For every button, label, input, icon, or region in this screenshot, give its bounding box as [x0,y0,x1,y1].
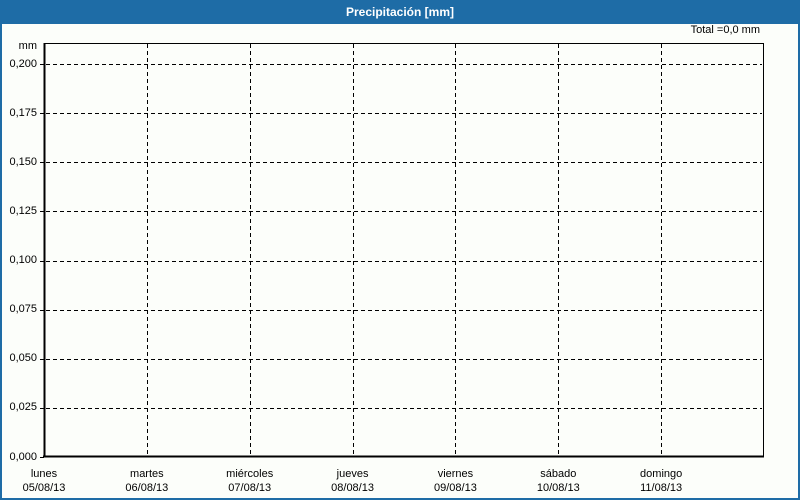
y-tick-label: 0,000 [2,451,37,464]
x-date-label: 07/08/13 [228,482,271,495]
y-tick-label: 0,200 [2,58,37,71]
x-day-label: sábado [540,468,576,481]
x-date-label: 05/08/13 [23,482,66,495]
y-tick-label: 0,175 [2,107,37,120]
x-date-label: 08/08/13 [331,482,374,495]
x-date-label: 06/08/13 [125,482,168,495]
y-tick-label: 0,125 [2,205,37,218]
x-date-label: 10/08/13 [537,482,580,495]
plot-area [2,2,800,500]
chart-window: Precipitación [mm] Total =0,0 mm mm 0,00… [0,0,800,500]
y-tick-label: 0,050 [2,352,37,365]
y-tick-label: 0,100 [2,254,37,267]
y-tick-label: 0,075 [2,303,37,316]
x-date-label: 11/08/13 [640,482,682,495]
x-day-label: jueves [337,468,369,481]
x-day-label: viernes [438,468,473,481]
x-day-label: domingo [640,468,682,481]
y-tick-label: 0,150 [2,156,37,169]
y-tick-label: 0,025 [2,401,37,414]
x-date-label: 09/08/13 [434,482,477,495]
x-day-label: martes [130,468,164,481]
x-day-label: miércoles [226,468,273,481]
x-day-label: lunes [31,468,57,481]
